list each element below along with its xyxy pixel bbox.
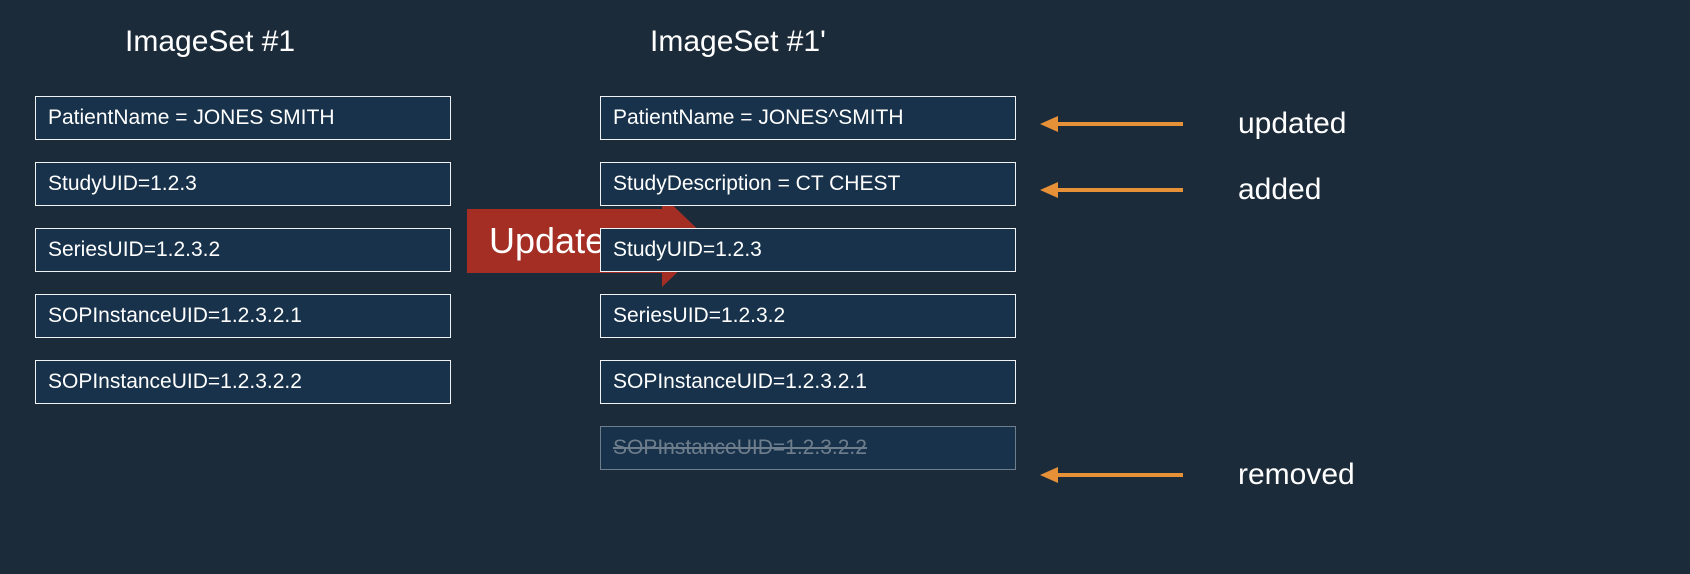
attr-text: SOPInstanceUID=1.2.3.2.1 [613,370,867,394]
attr-text: SeriesUID=1.2.3.2 [613,304,785,328]
imageset-left-title: ImageSet #1 [125,25,295,59]
attr-text: StudyDescription = CT CHEST [613,172,900,196]
arrow-left-icon [1040,182,1183,198]
attr-card: SOPInstanceUID=1.2.3.2.2 [35,360,451,404]
attr-text: StudyUID=1.2.3 [48,172,197,196]
annotation-added: added [1040,173,1321,207]
diagram-stage: ImageSet #1 ImageSet #1' PatientName = J… [0,0,1690,574]
attr-text: SOPInstanceUID=1.2.3.2.1 [48,304,302,328]
annotation-removed: removed [1040,458,1355,492]
arrow-left-icon [1040,467,1183,483]
attr-card: PatientName = JONES SMITH [35,96,451,140]
imageset-right-column: PatientName = JONES^SMITH StudyDescripti… [600,96,1016,470]
attr-card: SeriesUID=1.2.3.2 [35,228,451,272]
attr-text: SOPInstanceUID=1.2.3.2.2 [48,370,302,394]
attr-card-added: StudyDescription = CT CHEST [600,162,1016,206]
imageset-left-column: PatientName = JONES SMITH StudyUID=1.2.3… [35,96,451,404]
attr-text: PatientName = JONES SMITH [48,106,335,130]
attr-card-removed: SOPInstanceUID=1.2.3.2.2 [600,426,1016,470]
attr-card: StudyUID=1.2.3 [35,162,451,206]
attr-text: StudyUID=1.2.3 [613,238,762,262]
attr-text: SeriesUID=1.2.3.2 [48,238,220,262]
attr-card: SOPInstanceUID=1.2.3.2.1 [35,294,451,338]
annotation-updated: updated [1040,107,1346,141]
attr-card: StudyUID=1.2.3 [600,228,1016,272]
attr-card: SeriesUID=1.2.3.2 [600,294,1016,338]
annotation-label: removed [1238,458,1355,492]
attr-text: PatientName = JONES^SMITH [613,106,904,130]
update-arrow-label: Update [489,220,605,262]
arrow-left-icon [1040,116,1183,132]
annotation-label: updated [1238,107,1346,141]
attr-card: SOPInstanceUID=1.2.3.2.1 [600,360,1016,404]
attr-card-updated: PatientName = JONES^SMITH [600,96,1016,140]
annotation-label: added [1238,173,1321,207]
attr-text: SOPInstanceUID=1.2.3.2.2 [613,436,867,460]
imageset-right-title: ImageSet #1' [650,25,826,59]
